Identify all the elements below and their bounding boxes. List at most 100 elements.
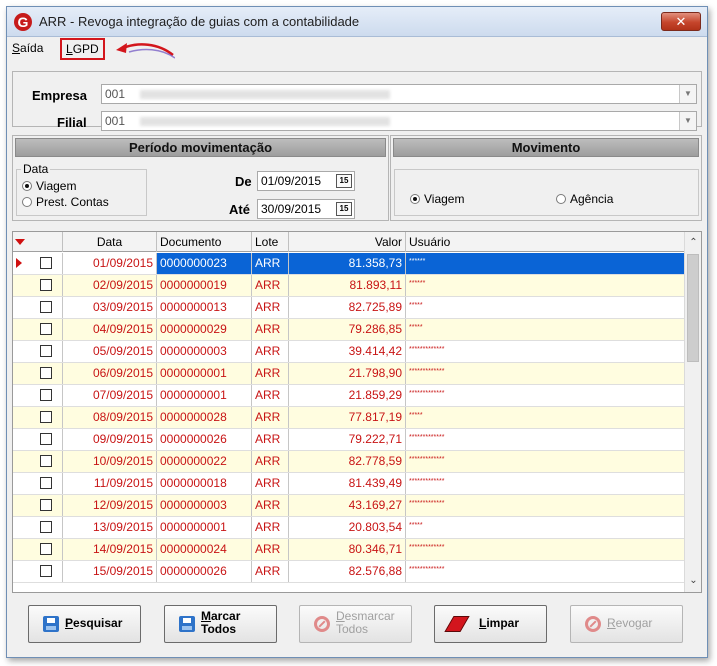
row-checkbox[interactable] [40, 565, 52, 577]
cell-documento: 0000000028 [157, 407, 252, 428]
header-data[interactable]: Data [63, 232, 157, 252]
grid-scrollbar[interactable]: ⌃ ⌄ [684, 232, 701, 592]
row-checkbox[interactable] [40, 279, 52, 291]
menu-lgpd[interactable]: LGPD [60, 38, 105, 60]
periodo-header: Período movimentação [15, 138, 386, 157]
row-checkbox[interactable] [40, 345, 52, 357]
row-checkbox-cell[interactable] [27, 275, 63, 296]
row-checkbox[interactable] [40, 455, 52, 467]
row-checkbox[interactable] [40, 477, 52, 489]
row-checkbox-cell[interactable] [27, 561, 63, 582]
scroll-down-icon[interactable]: ⌄ [685, 572, 701, 590]
grid-sort-indicator[interactable] [13, 232, 27, 252]
cell-data: 07/09/2015 [63, 385, 157, 406]
header-valor[interactable]: Valor [289, 232, 406, 252]
row-checkbox[interactable] [40, 411, 52, 423]
row-checkbox-cell[interactable] [27, 385, 63, 406]
radio-data-prest-contas[interactable]: Prest. Contas [22, 195, 109, 209]
chevron-down-icon[interactable]: ▼ [679, 112, 696, 130]
guias-grid[interactable]: Data Documento Lote Valor Usuário 01/09/… [12, 231, 702, 593]
cell-usuario: ************* [409, 434, 445, 441]
cell-documento: 0000000003 [157, 341, 252, 362]
eraser-icon [444, 616, 470, 632]
desmarcar-todos-button[interactable]: Desmarcar Todos [299, 605, 412, 643]
table-row[interactable]: 05/09/2015 0000000003 ARR 39.414,42 ********… [13, 341, 685, 363]
radio-movimento-agencia[interactable]: Agência [556, 192, 613, 206]
calendar-icon[interactable]: 15 [336, 174, 352, 188]
row-checkbox-cell[interactable] [27, 495, 63, 516]
table-row[interactable]: 03/09/2015 0000000013 ARR 82.725,89 ***** [13, 297, 685, 319]
table-row[interactable]: 01/09/2015 0000000023 ARR 81.358,73 ****** [13, 253, 685, 275]
row-checkbox[interactable] [40, 433, 52, 445]
header-lote[interactable]: Lote [252, 232, 289, 252]
ate-date-input[interactable]: 30/09/2015 15 [257, 199, 355, 219]
row-checkbox-cell[interactable] [27, 539, 63, 560]
table-row[interactable]: 10/09/2015 0000000022 ARR 82.778,59 ********… [13, 451, 685, 473]
radio-data-viagem[interactable]: Viagem [22, 179, 76, 193]
row-checkbox-cell[interactable] [27, 253, 63, 274]
cell-data: 04/09/2015 [63, 319, 157, 340]
table-row[interactable]: 13/09/2015 0000000001 ARR 20.803,54 ***** [13, 517, 685, 539]
cell-lote: ARR [252, 429, 289, 450]
row-checkbox-cell[interactable] [27, 297, 63, 318]
marcar-todos-button[interactable]: Marcar Todos [164, 605, 277, 643]
table-row[interactable]: 14/09/2015 0000000024 ARR 80.346,71 ********… [13, 539, 685, 561]
cell-usuario: ************* [409, 368, 445, 375]
radio-movimento-viagem[interactable]: Viagem [410, 192, 464, 206]
chevron-down-icon[interactable]: ▼ [679, 85, 696, 103]
row-checkbox-cell[interactable] [27, 407, 63, 428]
table-row[interactable]: 06/09/2015 0000000001 ARR 21.798,90 ********… [13, 363, 685, 385]
filial-select[interactable]: 001 ▼ [101, 111, 697, 131]
de-date-input[interactable]: 01/09/2015 15 [257, 171, 355, 191]
row-pointer [13, 495, 27, 516]
header-documento[interactable]: Documento [157, 232, 252, 252]
table-row[interactable]: 12/09/2015 0000000003 ARR 43.169,27 ********… [13, 495, 685, 517]
table-row[interactable]: 09/09/2015 0000000026 ARR 79.222,71 ********… [13, 429, 685, 451]
row-checkbox-cell[interactable] [27, 429, 63, 450]
empresa-code: 001 [105, 87, 126, 101]
cell-usuario: ************* [409, 456, 445, 463]
row-pointer [13, 297, 27, 318]
row-checkbox-cell[interactable] [27, 517, 63, 538]
scroll-thumb[interactable] [687, 254, 699, 362]
scroll-up-icon[interactable]: ⌃ [685, 234, 701, 252]
cell-usuario: ************* [409, 390, 445, 397]
row-checkbox[interactable] [40, 323, 52, 335]
header-check[interactable] [27, 232, 63, 252]
row-checkbox-cell[interactable] [27, 363, 63, 384]
row-checkbox[interactable] [40, 543, 52, 555]
empresa-select[interactable]: 001 ▼ [101, 84, 697, 104]
row-checkbox[interactable] [40, 301, 52, 313]
close-button[interactable]: ✕ [661, 12, 701, 31]
row-pointer [13, 275, 27, 296]
table-row[interactable]: 04/09/2015 0000000029 ARR 79.286,85 ***** [13, 319, 685, 341]
row-checkbox[interactable] [40, 499, 52, 511]
row-pointer [13, 539, 27, 560]
row-checkbox[interactable] [40, 257, 52, 269]
row-checkbox-cell[interactable] [27, 319, 63, 340]
row-checkbox-cell[interactable] [27, 341, 63, 362]
limpar-button[interactable]: Limpar [434, 605, 547, 643]
periodo-panel: Período movimentação Data Viagem Prest. … [12, 135, 389, 221]
table-row[interactable]: 11/09/2015 0000000018 ARR 81.439,49 ********… [13, 473, 685, 495]
pesquisar-button[interactable]: Pesquisar [28, 605, 141, 643]
row-checkbox[interactable] [40, 521, 52, 533]
header-usuario[interactable]: Usuário [406, 232, 685, 252]
row-checkbox[interactable] [40, 389, 52, 401]
table-row[interactable]: 02/09/2015 0000000019 ARR 81.893,11 ****** [13, 275, 685, 297]
table-row[interactable]: 15/09/2015 0000000026 ARR 82.576,88 ********… [13, 561, 685, 583]
row-checkbox-cell[interactable] [27, 451, 63, 472]
table-row[interactable]: 08/09/2015 0000000028 ARR 77.817,19 ***** [13, 407, 685, 429]
table-row[interactable]: 07/09/2015 0000000001 ARR 21.859,29 ********… [13, 385, 685, 407]
revogar-button[interactable]: Revogar [570, 605, 683, 643]
radio-label: Viagem [36, 179, 77, 193]
menu-saida[interactable]: Saída [12, 41, 43, 55]
cell-data: 06/09/2015 [63, 363, 157, 384]
row-pointer [13, 319, 27, 340]
menu-lgpd-accel: L [66, 42, 73, 56]
menu-bar: Saída LGPD [7, 38, 707, 60]
row-checkbox-cell[interactable] [27, 473, 63, 494]
title-bar[interactable]: G ARR - Revoga integração de guias com a… [7, 7, 707, 37]
row-checkbox[interactable] [40, 367, 52, 379]
calendar-icon[interactable]: 15 [336, 202, 352, 216]
